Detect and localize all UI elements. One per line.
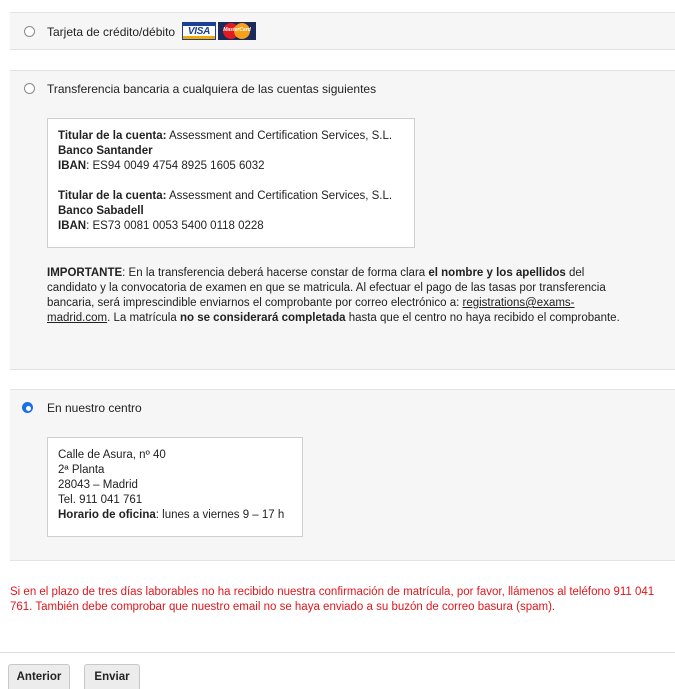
iban: IBAN: ES94 0049 4754 8925 1605 6032	[58, 160, 265, 172]
address-line: 2ª Planta	[58, 464, 105, 476]
bank-name: Banco Sabadell	[58, 205, 144, 217]
divider	[0, 652, 675, 653]
bank-accounts-box: Titular de la cuenta: Assessment and Cer…	[47, 118, 415, 248]
mastercard-logo: MasterCard	[218, 22, 256, 40]
address-line: Calle de Asura, nº 40	[58, 449, 166, 461]
transfer-important-note: IMPORTANTE: En la transferencia deberá h…	[47, 267, 620, 324]
transfer-option-label[interactable]: Transferencia bancaria a cualquiera de l…	[47, 82, 376, 96]
account-holder: Titular de la cuenta: Assessment and Cer…	[58, 130, 393, 142]
submit-button[interactable]: Enviar	[84, 664, 140, 689]
center-radio[interactable]	[22, 402, 33, 413]
center-option-label[interactable]: En nuestro centro	[47, 401, 142, 415]
phone-number: Tel. 911 041 761	[58, 494, 143, 506]
iban: IBAN: ES73 0081 0053 5400 0118 0228	[58, 220, 264, 232]
visa-logo: VISA	[182, 22, 216, 40]
address-line: 28043 – Madrid	[58, 479, 138, 491]
previous-button[interactable]: Anterior	[8, 664, 70, 689]
account-holder: Titular de la cuenta: Assessment and Cer…	[58, 190, 393, 202]
office-hours: Horario de oficina: lunes a viernes 9 – …	[58, 509, 285, 521]
card-radio[interactable]	[24, 26, 35, 37]
transfer-radio[interactable]	[24, 83, 35, 94]
bank-name: Banco Santander	[58, 145, 153, 157]
payment-option-center: En nuestro centro Calle de Asura, nº 40 …	[10, 389, 675, 561]
confirmation-warning: Si en el plazo de tres días laborables n…	[10, 586, 655, 613]
payment-option-transfer: Transferencia bancaria a cualquiera de l…	[10, 70, 675, 370]
payment-option-card[interactable]: Tarjeta de crédito/débito	[10, 12, 675, 50]
card-option-label: Tarjeta de crédito/débito	[47, 25, 176, 39]
center-address-box: Calle de Asura, nº 40 2ª Planta 28043 – …	[47, 437, 303, 537]
